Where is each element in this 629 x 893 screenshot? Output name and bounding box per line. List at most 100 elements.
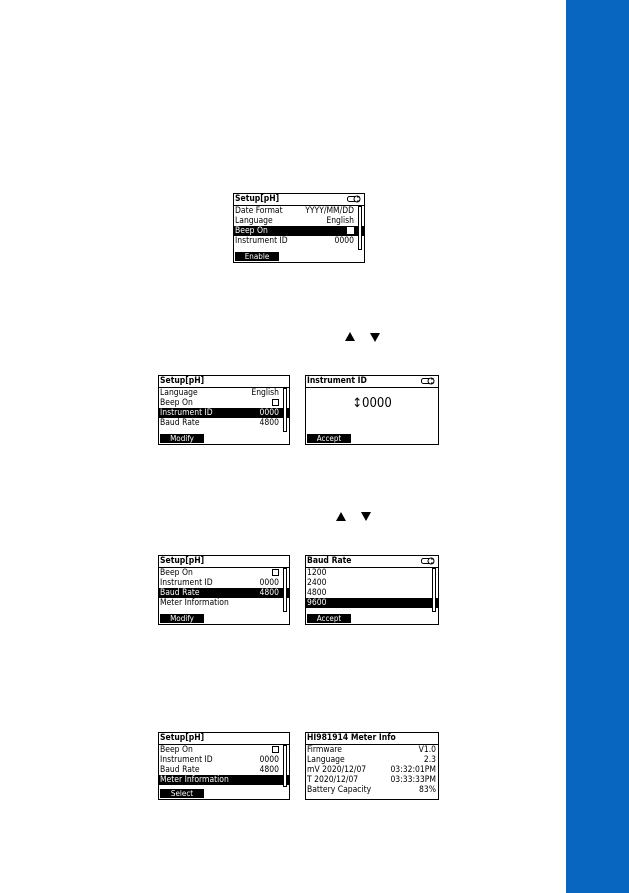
battery-icon: [421, 377, 435, 385]
lcd-title-text: Setup[pH]: [160, 376, 205, 386]
checkbox-icon[interactable]: [272, 746, 279, 753]
lcd-title-text: Setup[pH]: [160, 733, 205, 743]
lcd-menu-row[interactable]: Beep On: [159, 398, 289, 408]
row-label: Meter Information: [160, 775, 229, 785]
down-arrow-icon: [370, 333, 380, 342]
row-value: V1.0: [418, 745, 436, 755]
row-value: YYYY/MM/DD: [305, 206, 354, 216]
lcd-menu-row: Battery Capacity 83%: [306, 785, 438, 795]
lcd-menu-row[interactable]: Instrument ID 0000: [159, 755, 289, 765]
lcd-title: Baud Rate: [306, 556, 438, 568]
lcd-menu-row: Firmware V1.0: [306, 745, 438, 755]
lcd-menu-row[interactable]: Language English: [234, 216, 364, 226]
battery-icon: [421, 557, 435, 565]
row-label: 2400: [307, 578, 327, 588]
lcd-setup-meter-information: Setup[pH] Beep On Instrument ID 0000 Baud R…: [158, 732, 290, 800]
battery-icon: [347, 195, 361, 203]
row-value: 0000: [259, 755, 279, 765]
lcd-instrument-id-edit: Instrument ID ↕0000 Accept: [305, 375, 439, 445]
lcd-title: Instrument ID: [306, 376, 438, 388]
enable-softkey[interactable]: Enable: [235, 252, 279, 261]
meter-info-list: Firmware V1.0 Language 2.3 mV 2020/12/07 03:3…: [306, 745, 438, 795]
accept-softkey[interactable]: Accept: [307, 434, 351, 443]
row-label: Baud Rate: [160, 765, 200, 775]
lcd-menu-row[interactable]: Baud Rate 4800: [159, 418, 289, 428]
row-value: 4800: [259, 588, 279, 598]
row-label: Battery Capacity: [307, 785, 372, 795]
row-label: Firmware: [307, 745, 342, 755]
lcd-menu-row[interactable]: Meter Information: [159, 598, 289, 608]
instrument-id-value[interactable]: ↕0000: [306, 396, 438, 412]
scrollbar[interactable]: [283, 745, 287, 787]
scrollbar[interactable]: [283, 568, 287, 612]
row-label: mV 2020/12/07: [307, 765, 367, 775]
lcd-menu-row[interactable]: 2400: [306, 578, 438, 588]
lcd-menu-row[interactable]: Meter Information: [159, 775, 289, 785]
lcd-menu-row[interactable]: Instrument ID 0000: [234, 236, 364, 246]
row-label: Beep On: [160, 398, 193, 408]
row-value: 03:33:33PM: [390, 775, 436, 785]
lcd-menu-row[interactable]: 4800: [306, 588, 438, 598]
lcd-menu-row[interactable]: Beep On: [159, 745, 289, 755]
setup-menu-list: Beep On Instrument ID 0000 Baud Rate 4800 Met…: [159, 745, 289, 785]
lcd-title: Setup[pH]: [159, 556, 289, 568]
row-label: 4800: [307, 588, 327, 598]
scrollbar[interactable]: [432, 568, 436, 612]
lcd-title: HI981914 Meter Info: [306, 733, 438, 745]
baud-rate-list: 1200 2400 4800 9600: [306, 568, 438, 608]
lcd-menu-row[interactable]: Baud Rate 4800: [159, 765, 289, 775]
checkbox-icon[interactable]: [272, 399, 279, 406]
lcd-menu-row[interactable]: Beep On: [234, 226, 364, 236]
row-label: 1200: [307, 568, 327, 578]
row-value: 4800: [259, 765, 279, 775]
lcd-title-text: HI981914 Meter Info: [307, 733, 396, 743]
up-arrow-icon: [345, 332, 355, 341]
lcd-menu-row[interactable]: Beep On: [159, 568, 289, 578]
lcd-title: Setup[pH]: [234, 194, 364, 206]
chapter-tab-sidebar: [566, 0, 629, 893]
lcd-menu-row[interactable]: Instrument ID 0000: [159, 408, 289, 418]
lcd-menu-row[interactable]: Baud Rate 4800: [159, 588, 289, 598]
lcd-setup-beep-on: Setup[pH] Date Format YYYY/MM/DD Language E…: [233, 193, 365, 263]
row-value: English: [251, 388, 279, 398]
row-label: Instrument ID: [160, 408, 213, 418]
row-label: Language: [235, 216, 273, 226]
lcd-menu-row: T 2020/12/07 03:33:33PM: [306, 775, 438, 785]
row-value: 0000: [259, 578, 279, 588]
row-value: 0000: [334, 236, 354, 246]
row-label: Date Format: [235, 206, 283, 216]
scrollbar[interactable]: [283, 388, 287, 432]
lcd-menu-row[interactable]: 1200: [306, 568, 438, 578]
checkbox-icon[interactable]: [272, 569, 279, 576]
row-label: 9600: [307, 598, 327, 608]
row-label: Instrument ID: [160, 755, 213, 765]
lcd-menu-row[interactable]: 9600: [306, 598, 438, 608]
setup-menu-list: Beep On Instrument ID 0000 Baud Rate 4800 Met…: [159, 568, 289, 608]
row-value: 2.3: [423, 755, 436, 765]
row-label: Instrument ID: [235, 236, 288, 246]
row-value: 83%: [419, 785, 436, 795]
lcd-menu-row: Language 2.3: [306, 755, 438, 765]
modify-softkey[interactable]: Modify: [160, 434, 204, 443]
row-label: Language: [160, 388, 198, 398]
scrollbar[interactable]: [358, 206, 362, 250]
setup-menu-list: Language English Beep On Instrument ID 0000 B…: [159, 388, 289, 428]
checkbox-icon[interactable]: [347, 227, 354, 234]
lcd-menu-row[interactable]: Language English: [159, 388, 289, 398]
lcd-menu-row[interactable]: Instrument ID 0000: [159, 578, 289, 588]
accept-softkey[interactable]: Accept: [307, 614, 351, 623]
row-label: Meter Information: [160, 598, 229, 608]
row-label: Language: [307, 755, 345, 765]
lcd-title-text: Setup[pH]: [160, 556, 205, 566]
row-value: 0000: [259, 408, 279, 418]
modify-softkey[interactable]: Modify: [160, 614, 204, 623]
row-label: Baud Rate: [160, 588, 200, 598]
lcd-setup-baud-rate: Setup[pH] Beep On Instrument ID 0000 Baud R…: [158, 555, 290, 625]
lcd-menu-row[interactable]: Date Format YYYY/MM/DD: [234, 206, 364, 216]
lcd-title-text: Setup[pH]: [235, 194, 280, 204]
setup-menu-list: Date Format YYYY/MM/DD Language English Beep…: [234, 206, 364, 246]
row-label: Instrument ID: [160, 578, 213, 588]
select-softkey[interactable]: Select: [160, 789, 204, 798]
down-arrow-icon: [361, 512, 371, 521]
lcd-title-text: Baud Rate: [307, 556, 352, 566]
